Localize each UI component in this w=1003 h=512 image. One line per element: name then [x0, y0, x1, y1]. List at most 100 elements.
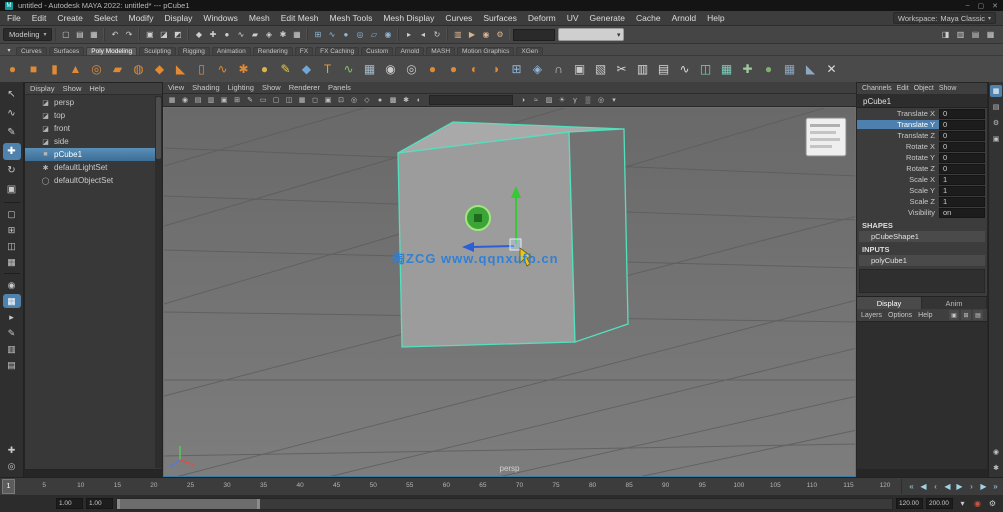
range-slider-track[interactable] [116, 497, 893, 510]
viewport-renderer-icon[interactable]: ▾ [608, 95, 620, 106]
range-slider-handle[interactable] [117, 498, 260, 509]
shape-node-item[interactable]: pCubeShape1 [859, 231, 985, 242]
screen-ao-icon[interactable]: ◑ [517, 95, 529, 106]
2d-pan-zoom-icon[interactable]: ⊞ [231, 95, 243, 106]
lock-camera-icon[interactable]: ◉ [179, 95, 191, 106]
frame-selection-icon[interactable]: ◎ [348, 95, 360, 106]
component-mode-icon[interactable]: ◩ [171, 28, 184, 41]
redo-icon[interactable]: ↷ [122, 28, 135, 41]
poly-platonic-icon[interactable]: ◆ [150, 60, 169, 79]
channel-label[interactable]: Rotate X [857, 142, 939, 151]
film-gate-icon[interactable]: ▭ [257, 95, 269, 106]
separate-icon[interactable]: ◎ [402, 60, 421, 79]
move-tool-icon[interactable]: ✚ [2, 143, 21, 160]
new-layer-from-selected-icon[interactable]: ⊞ [961, 310, 971, 320]
hierarchy-mode-icon[interactable]: ▣ [143, 28, 156, 41]
poly-pipe-icon[interactable]: ▯ [192, 60, 211, 79]
viewport-menu-view[interactable]: View [168, 83, 184, 92]
channel-value-field[interactable]: 0 [939, 163, 985, 174]
viewport-menu-shading[interactable]: Shading [192, 83, 220, 92]
menu-surfaces[interactable]: Surfaces [483, 13, 517, 23]
select-handles-mask-icon[interactable]: ✚ [206, 28, 219, 41]
frame-all-icon[interactable]: ⊡ [335, 95, 347, 106]
shadows-toggle-icon[interactable]: ◐ [413, 95, 425, 106]
new-scene-icon[interactable]: ▢ [59, 28, 72, 41]
bevel-icon[interactable]: ◈ [528, 60, 547, 79]
layer-menu-options[interactable]: Options [888, 312, 912, 319]
channel-label[interactable]: Rotate Z [857, 164, 939, 173]
layer-menu-layers[interactable]: Layers [861, 312, 882, 319]
outliner-item-pcube1[interactable]: ■ pCube1 [25, 148, 155, 161]
channel-label[interactable]: Translate Y [857, 120, 939, 129]
animation-start-field[interactable] [56, 498, 83, 509]
channel-box-menu-show[interactable]: Show [939, 85, 957, 92]
sculpt-pencil-icon[interactable]: ✎ [276, 60, 295, 79]
textured-mode-icon[interactable]: ▩ [387, 95, 399, 106]
safe-title-icon[interactable]: ▣ [322, 95, 334, 106]
menu-uv[interactable]: UV [567, 13, 579, 23]
input-connections-icon[interactable]: ▸ [402, 28, 415, 41]
shelf-tab-mash[interactable]: MASH [426, 47, 456, 55]
poly-cube-icon[interactable]: ■ [24, 60, 43, 79]
outliner-item-top[interactable]: ◪ top [25, 109, 155, 122]
channel-label[interactable]: Translate X [857, 109, 939, 118]
paint-select-tool-icon[interactable]: ✎ [3, 124, 21, 141]
quad-draw-icon[interactable]: ◆ [297, 60, 316, 79]
ipr-render-icon[interactable]: ◉ [479, 28, 492, 41]
sculpt-toolset-icon[interactable]: ● [759, 60, 778, 79]
channel-value-field[interactable]: 0 [939, 119, 985, 130]
numeric-input-field[interactable] [513, 28, 556, 41]
isolate-select-icon[interactable]: ◎ [595, 95, 607, 106]
poly-plane-icon[interactable]: ▰ [108, 60, 127, 79]
fill-hole-icon[interactable]: ▣ [570, 60, 589, 79]
extrude-icon[interactable]: ⊞ [507, 60, 526, 79]
channel-box-menu-edit[interactable]: Edit [897, 85, 909, 92]
node-editor-icon[interactable]: ▸ [3, 310, 21, 324]
viewport-menu-lighting[interactable]: Lighting [228, 83, 254, 92]
uv-grid-icon[interactable]: ▦ [360, 60, 379, 79]
close-button[interactable]: ✕ [992, 2, 998, 10]
channel-box-menu-object[interactable]: Object [914, 85, 934, 92]
render-settings-icon[interactable]: ⚙ [493, 28, 506, 41]
poly-disc-icon[interactable]: ◍ [129, 60, 148, 79]
step-back-key-button[interactable]: ‹ [930, 480, 941, 493]
play-backward-button[interactable]: ◀ [942, 480, 953, 493]
outliner-item-side[interactable]: ◪ side [25, 135, 155, 148]
poly-gear-icon[interactable]: ✱ [234, 60, 253, 79]
field-chart-icon[interactable]: ▦ [296, 95, 308, 106]
poly-helix-icon[interactable]: ∿ [213, 60, 232, 79]
channel-value-field[interactable]: 0 [939, 108, 985, 119]
hypershade-icon[interactable]: ◉ [3, 278, 21, 292]
content-browser-icon[interactable]: ▤ [3, 358, 21, 372]
tool-settings-toggle-icon[interactable]: ▤ [969, 28, 982, 41]
four-pane-layout-icon[interactable]: ⊞ [3, 223, 21, 237]
offset-edge-loop-icon[interactable]: ▤ [654, 60, 673, 79]
undo-icon[interactable]: ↶ [108, 28, 121, 41]
modeling-toolkit-tab-icon[interactable]: ▣ [990, 133, 1002, 145]
viewport-canvas[interactable]: 淘ZCG www.qqnxufb.cn persp [163, 107, 856, 477]
snap-point-icon[interactable]: ● [339, 28, 352, 41]
triangulate-icon[interactable]: ◣ [801, 60, 820, 79]
resolution-gate-icon[interactable]: ▢ [270, 95, 282, 106]
character-controls-tab-icon[interactable]: ◉ [990, 446, 1002, 458]
menu-file[interactable]: File [7, 13, 21, 23]
open-render-view-icon[interactable]: ▥ [451, 28, 464, 41]
uv-editor-icon[interactable]: ▦ [2, 294, 21, 308]
outliner-item-persp[interactable]: ◪ persp [25, 96, 155, 109]
render-view-panel-icon[interactable]: ▥ [3, 342, 21, 356]
menu-generate[interactable]: Generate [590, 13, 625, 23]
outliner-scrollbar[interactable] [155, 96, 162, 468]
channel-label[interactable]: Scale Z [857, 197, 939, 206]
viewport-camera-field[interactable] [429, 95, 513, 105]
menu-edit-mesh[interactable]: Edit Mesh [281, 13, 319, 23]
pcube1-object[interactable] [397, 121, 629, 348]
xray-mode-icon[interactable]: ▒ [582, 95, 594, 106]
select-rendering-mask-icon[interactable]: ▦ [290, 28, 303, 41]
channel-label[interactable]: Rotate Y [857, 153, 939, 162]
snap-projected-center-icon[interactable]: ◎ [353, 28, 366, 41]
select-deformations-mask-icon[interactable]: ◈ [262, 28, 275, 41]
safe-action-icon[interactable]: ◻ [309, 95, 321, 106]
play-forward-button[interactable]: ▶ [954, 480, 965, 493]
modeling-toolkit-toggle-icon[interactable]: ◨ [939, 28, 952, 41]
channel-value-field[interactable]: 0 [939, 130, 985, 141]
